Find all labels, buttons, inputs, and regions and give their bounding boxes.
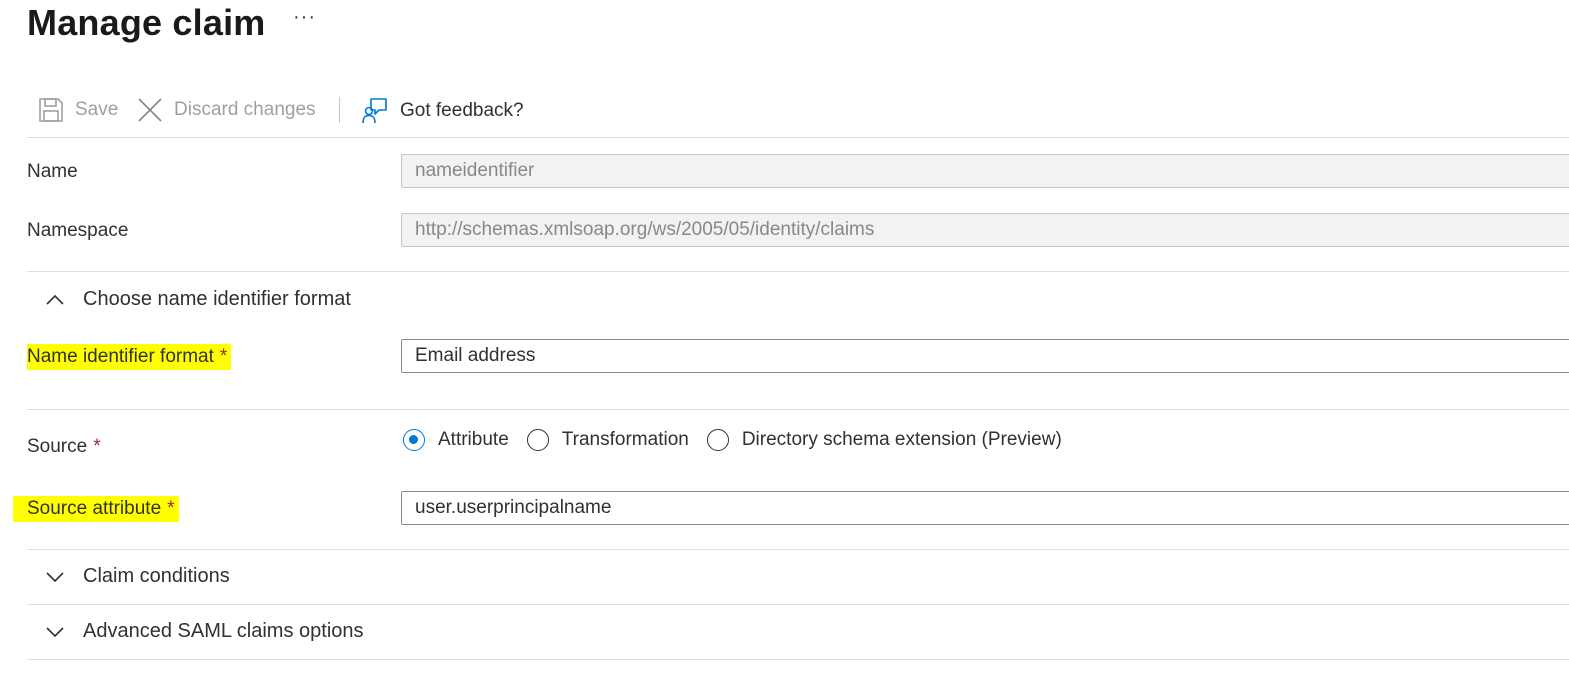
source-label-text: Source: [27, 436, 88, 457]
discard-changes-label: Discard changes: [174, 99, 316, 120]
save-label: Save: [75, 99, 119, 120]
required-marker: *: [93, 436, 101, 457]
divider: [27, 549, 1569, 550]
toolbar-bottom-divider: [27, 137, 1569, 138]
source-attribute-label-text: Source attribute: [27, 498, 162, 519]
name-field[interactable]: nameidentifier: [401, 154, 1569, 188]
radio-attribute[interactable]: Attribute: [403, 429, 509, 451]
toolbar-divider: [339, 97, 340, 123]
radio-label: Transformation: [561, 429, 689, 450]
save-icon: [39, 98, 63, 122]
name-identifier-format-select[interactable]: Email address: [401, 339, 1569, 373]
radio-label: Directory schema extension (Preview): [741, 429, 1062, 450]
radio-unchecked-icon: [526, 429, 549, 451]
page-title: Manage claim: [27, 2, 266, 43]
radio-label: Attribute: [438, 429, 509, 450]
divider: [27, 604, 1569, 605]
divider: [27, 409, 1569, 410]
section-label: Claim conditions: [83, 565, 230, 587]
feedback-icon: [362, 98, 387, 124]
close-icon: [138, 98, 162, 122]
section-label: Advanced SAML claims options: [83, 620, 364, 642]
section-claim-conditions[interactable]: Claim conditions: [44, 565, 230, 588]
divider: [27, 659, 1569, 660]
radio-directory-schema-extension[interactable]: Directory schema extension (Preview): [706, 429, 1062, 451]
divider: [27, 271, 1569, 272]
name-identifier-format-label-text: Name identifier format: [27, 346, 214, 367]
section-label: Choose name identifier format: [83, 288, 351, 310]
radio-unchecked-icon: [706, 429, 729, 451]
namespace-field[interactable]: http://schemas.xmlsoap.org/ws/2005/05/id…: [401, 213, 1569, 247]
source-attribute-label: Source attribute *: [13, 496, 179, 522]
chevron-down-icon: [46, 571, 64, 582]
source-label: Source *: [27, 436, 101, 458]
radio-checked-icon: [403, 429, 425, 451]
save-button[interactable]: Save: [38, 97, 118, 123]
chevron-down-icon: [46, 626, 64, 637]
radio-transformation[interactable]: Transformation: [526, 429, 689, 451]
feedback-button[interactable]: Got feedback?: [362, 97, 524, 124]
more-options-button[interactable]: ···: [293, 6, 316, 29]
feedback-label: Got feedback?: [400, 99, 524, 121]
name-label: Name: [27, 161, 78, 182]
source-attribute-select[interactable]: user.userprincipalname: [401, 491, 1569, 525]
section-advanced-saml-options[interactable]: Advanced SAML claims options: [44, 620, 364, 643]
chevron-up-icon: [46, 294, 64, 305]
discard-changes-button[interactable]: Discard changes: [137, 97, 316, 123]
namespace-label: Namespace: [27, 220, 129, 241]
required-marker: *: [219, 346, 228, 367]
required-marker: *: [167, 498, 175, 519]
section-name-identifier-format[interactable]: Choose name identifier format: [44, 288, 351, 311]
source-radio-group: Attribute Transformation Directory schem…: [403, 429, 1080, 451]
name-identifier-format-label: Name identifier format *: [27, 344, 232, 370]
